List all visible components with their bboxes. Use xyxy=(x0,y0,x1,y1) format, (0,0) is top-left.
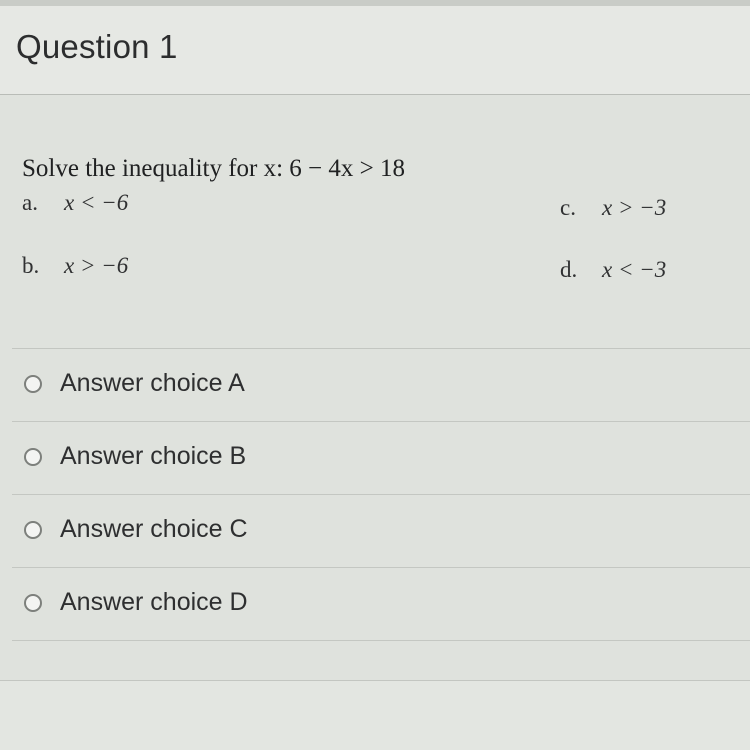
question-title: Question 1 xyxy=(16,28,178,65)
option-d: d. x < −3 xyxy=(560,257,666,283)
answer-choice-d[interactable]: Answer choice D xyxy=(12,568,750,641)
answer-choice-label[interactable]: Answer choice B xyxy=(60,442,246,471)
footer-area xyxy=(0,680,750,750)
option-b: b. x > −6 xyxy=(22,253,128,279)
option-letter: a. xyxy=(22,190,38,215)
option-a: a. x < −6 xyxy=(22,190,128,216)
option-letter: b. xyxy=(22,253,40,278)
radio-button[interactable] xyxy=(24,521,42,539)
answer-choices: Answer choice A Answer choice B Answer c… xyxy=(12,349,750,641)
answer-choice-label[interactable]: Answer choice A xyxy=(60,369,245,398)
question-body: Solve the inequality for x: 6 − 4x > 18 … xyxy=(0,95,750,750)
option-expression: x < −3 xyxy=(602,257,667,282)
question-header: Question 1 xyxy=(0,6,750,95)
answer-choice-a[interactable]: Answer choice A xyxy=(12,349,750,422)
radio-button[interactable] xyxy=(24,375,42,393)
question-stem: Solve the inequality for x: 6 − 4x > 18 xyxy=(22,155,406,182)
option-c: c. x > −3 xyxy=(560,195,666,221)
option-expression: x < −6 xyxy=(64,190,129,215)
option-letter: c. xyxy=(560,195,576,220)
option-letter: d. xyxy=(560,257,578,282)
option-expression: x > −3 xyxy=(602,195,667,220)
answer-choice-label[interactable]: Answer choice C xyxy=(60,515,248,544)
option-expression: x > −6 xyxy=(64,253,129,278)
radio-button[interactable] xyxy=(24,594,42,612)
radio-button[interactable] xyxy=(24,448,42,466)
answer-choice-c[interactable]: Answer choice C xyxy=(12,495,750,568)
answer-choice-label[interactable]: Answer choice D xyxy=(60,588,248,617)
quiz-page: Question 1 Solve the inequality for x: 6… xyxy=(0,0,750,750)
answer-choice-b[interactable]: Answer choice B xyxy=(12,422,750,495)
